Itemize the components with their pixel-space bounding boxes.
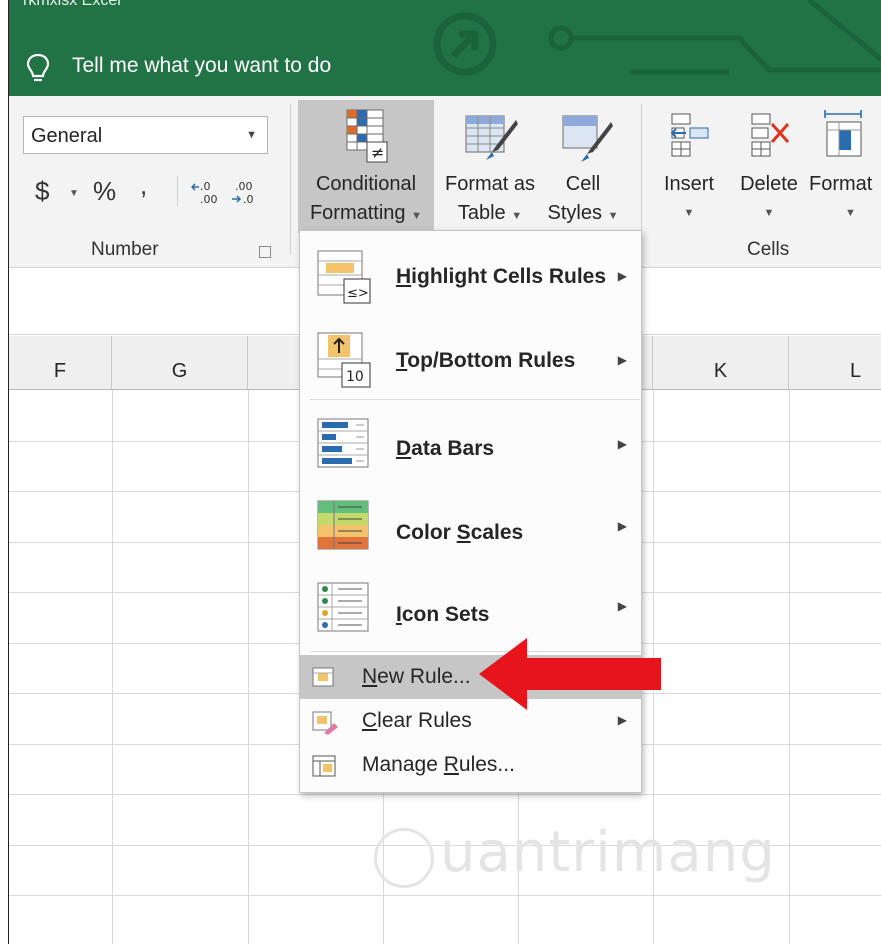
chevron-down-icon: ▼ — [607, 210, 619, 222]
submenu-arrow-icon: ▶ — [617, 599, 627, 613]
window-title: rkmxisx Excel — [23, 0, 121, 9]
data-bars-icon — [317, 418, 369, 468]
format-as-table-icon — [465, 115, 518, 160]
submenu-arrow-icon: ▶ — [617, 713, 627, 727]
insert-label: Insert — [663, 173, 715, 195]
delete-cells-icon — [751, 113, 790, 157]
number-group-label: Number — [91, 239, 159, 260]
tell-me-search[interactable]: Tell me what you want to do — [72, 54, 331, 78]
chevron-down-icon: ▼ — [511, 210, 523, 222]
chevron-down-icon: ▼ — [411, 210, 423, 222]
color-scales-icon — [317, 500, 369, 550]
submenu-arrow-icon: ▶ — [617, 269, 627, 283]
conditional-formatting-label-1: Conditional — [315, 173, 417, 195]
lightbulb-icon — [26, 53, 50, 82]
submenu-arrow-icon: ▶ — [617, 353, 627, 367]
highlight-cells-rules-icon: ≤> — [317, 250, 371, 304]
cell-styles-label-1: Cell — [565, 173, 601, 195]
manage-rules-label: Manage Rules... — [362, 753, 515, 776]
divider — [177, 176, 178, 206]
dialog-launcher-icon[interactable] — [259, 246, 271, 258]
svg-text:.00: .00 — [200, 193, 218, 206]
delete-button[interactable]: Delete ▼ — [731, 100, 807, 233]
chevron-down-icon: ▼ — [763, 207, 775, 219]
menu-item-highlight-cells-rules[interactable]: ≤> Highlight Cells Rules ▶ — [300, 239, 641, 319]
color-scales-label: Color Scales — [396, 521, 524, 544]
icon-sets-icon — [317, 582, 369, 632]
watermark-text: uantrimang — [440, 820, 776, 885]
format-as-table-label-1: Format as — [444, 173, 536, 195]
column-header-f[interactable]: F — [9, 336, 112, 390]
circuit-decoration — [433, 0, 881, 76]
format-as-table-label-2: Table — [457, 202, 506, 224]
new-rule-icon — [312, 667, 334, 687]
clear-rules-icon — [312, 711, 338, 735]
chevron-down-icon: ▼ — [683, 207, 695, 219]
column-header-l[interactable]: L — [789, 336, 881, 390]
comma-button[interactable]: , — [140, 170, 147, 201]
cell-styles-button[interactable]: Cell Styles ▼ — [543, 100, 623, 233]
menu-item-color-scales[interactable]: Color Scales ▶ — [300, 489, 641, 569]
menu-item-manage-rules[interactable]: Manage Rules... — [300, 745, 641, 789]
svg-text:10: 10 — [346, 369, 364, 385]
submenu-arrow-icon: ▶ — [617, 437, 627, 451]
highlight-cells-rules-label: Highlight Cells Rules — [396, 265, 607, 288]
format-cells-icon — [824, 110, 862, 157]
cell-styles-label-2: Styles — [547, 202, 602, 224]
percent-button[interactable]: % — [93, 176, 116, 207]
top-bottom-rules-icon: 10 — [317, 332, 371, 388]
insert-button[interactable]: Insert ▼ — [655, 100, 723, 233]
number-format-dropdown[interactable]: General ▼ — [23, 116, 268, 154]
svg-text:.00: .00 — [235, 180, 253, 193]
format-label: Format — [809, 173, 873, 195]
menu-separator — [310, 399, 640, 400]
menu-item-top-bottom-rules[interactable]: 10 Top/Bottom Rules ▶ — [300, 323, 641, 403]
red-arrow-annotation — [479, 638, 661, 710]
column-header-g[interactable]: G — [112, 336, 248, 390]
chevron-down-icon: ▼ — [246, 129, 257, 141]
cell-styles-icon — [562, 115, 613, 162]
currency-button[interactable]: $ — [35, 176, 49, 207]
format-button[interactable]: Format ▼ — [809, 100, 881, 233]
svg-text:.0: .0 — [243, 193, 254, 206]
increase-decimal-icon[interactable]: .0 .00 — [191, 180, 221, 206]
excel-window: rkmxisx Excel Tell me what you want to d… — [8, 0, 881, 944]
divider — [290, 104, 291, 254]
chevron-down-icon: ▼ — [845, 207, 856, 219]
top-bottom-rules-label: Top/Bottom Rules — [396, 349, 576, 372]
decrease-decimal-icon[interactable]: .00 .0 — [231, 180, 261, 206]
watermark-logo-icon — [374, 828, 434, 888]
svg-text:≤>: ≤> — [347, 286, 369, 301]
conditional-formatting-icon: ≠ — [346, 109, 388, 163]
clear-rules-label: Clear Rules — [362, 709, 472, 732]
conditional-formatting-button[interactable]: ≠ Conditional Formatting ▼ — [298, 100, 434, 233]
format-as-table-button[interactable]: Format as Table ▼ — [437, 100, 543, 233]
svg-text:.0: .0 — [200, 180, 211, 193]
delete-label: Delete — [740, 173, 798, 195]
data-bars-label: Data Bars — [396, 437, 495, 460]
column-header-k[interactable]: K — [653, 336, 789, 390]
submenu-arrow-icon: ▶ — [617, 519, 627, 533]
menu-item-data-bars[interactable]: Data Bars ▶ — [300, 407, 641, 487]
title-bar: rkmxisx Excel Tell me what you want to d… — [9, 0, 881, 96]
conditional-formatting-label-2: Formatting — [309, 202, 406, 224]
number-format-value: General — [31, 125, 103, 147]
currency-dropdown-icon[interactable]: ▼ — [69, 188, 79, 199]
cells-group-label: Cells — [747, 239, 790, 260]
new-rule-label: New Rule... — [362, 665, 471, 688]
manage-rules-icon — [312, 755, 336, 777]
insert-cells-icon — [670, 113, 709, 157]
icon-sets-label: Icon Sets — [396, 603, 490, 626]
svg-text:≠: ≠ — [371, 143, 384, 162]
